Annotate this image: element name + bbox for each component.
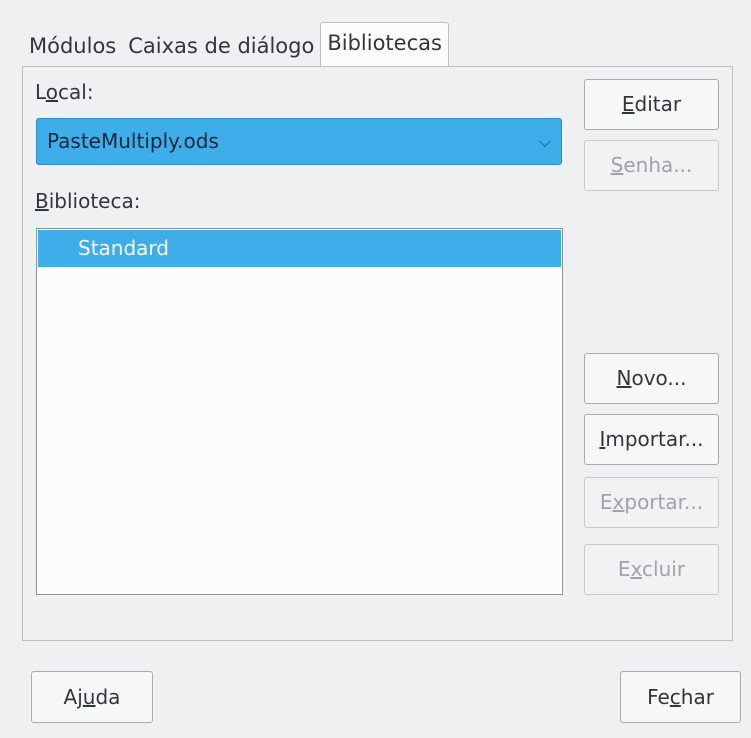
help-button[interactable]: Ajuda	[31, 671, 153, 723]
library-label: Biblioteca:	[35, 189, 141, 213]
export-button[interactable]: Exportar...	[584, 477, 719, 528]
tab-dialogs[interactable]: Caixas de diálogo	[122, 26, 320, 66]
tab-modules[interactable]: Módulos	[23, 26, 122, 66]
location-label: Local:	[35, 80, 94, 104]
close-button[interactable]: Fechar	[620, 671, 741, 723]
edit-button[interactable]: Editar	[584, 79, 719, 130]
import-button[interactable]: Importar...	[584, 414, 719, 465]
library-list[interactable]: Standard	[36, 228, 563, 595]
chevron-down-icon: ⌵	[538, 132, 551, 151]
tab-libraries[interactable]: Bibliotecas	[320, 22, 449, 67]
list-item[interactable]: Standard	[38, 230, 561, 267]
delete-button[interactable]: Excluir	[584, 544, 719, 595]
tab-bar: Módulos Caixas de diálogo Bibliotecas	[23, 22, 449, 67]
new-button[interactable]: Novo...	[584, 353, 719, 404]
location-dropdown[interactable]: PasteMultiply.ods ⌵	[36, 118, 562, 165]
location-value: PasteMultiply.ods	[47, 129, 219, 153]
password-button[interactable]: Senha...	[584, 140, 719, 191]
